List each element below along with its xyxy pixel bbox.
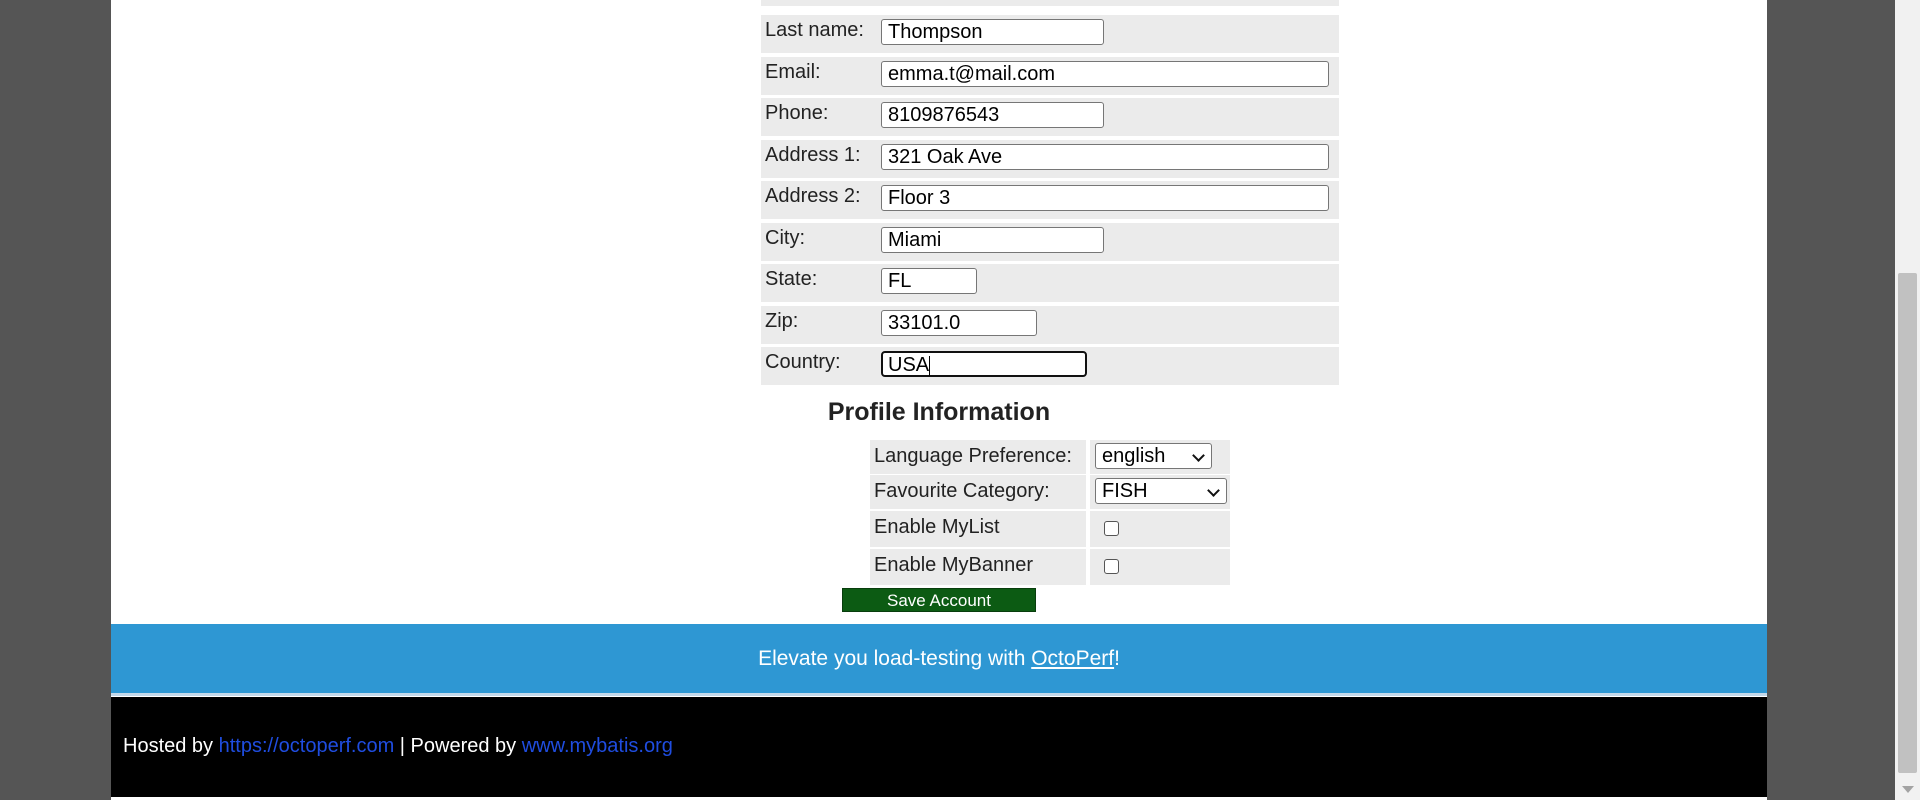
last-name-field[interactable]: Thompson xyxy=(881,19,1104,45)
country-label: Country: xyxy=(765,351,841,373)
zip-field[interactable]: 33101.0 xyxy=(881,310,1037,336)
last-name-label: Last name: xyxy=(765,19,864,41)
phone-field[interactable]: 8109876543 xyxy=(881,102,1104,128)
language-label: Language Preference: xyxy=(874,445,1072,467)
address1-field[interactable]: 321 Oak Ave xyxy=(881,144,1329,170)
text-cursor xyxy=(929,355,931,376)
page-scrollbar[interactable] xyxy=(1895,0,1920,800)
form-row-city: City: Miami xyxy=(761,223,1339,261)
form-row-country: Country: USA xyxy=(761,347,1339,385)
state-label: State: xyxy=(765,268,818,290)
save-account-button[interactable]: Save Account Information xyxy=(842,588,1036,634)
profile-row-mylist: Enable MyList xyxy=(870,511,1230,547)
country-value: USA xyxy=(888,354,930,376)
form-row-zip: Zip: 33101.0 xyxy=(761,306,1339,344)
form-row-state: State: FL xyxy=(761,264,1339,302)
city-label: City: xyxy=(765,227,805,249)
country-field[interactable]: USA xyxy=(881,351,1087,377)
profile-section-title: Profile Information xyxy=(827,398,1051,426)
form-row-address1: Address 1: 321 Oak Ave xyxy=(761,140,1339,178)
chevron-down-icon xyxy=(1207,484,1220,497)
state-field[interactable]: FL xyxy=(881,268,977,294)
promo-banner: Elevate you load-testing with OctoPerf! xyxy=(111,624,1767,696)
chevron-down-icon xyxy=(1192,449,1205,462)
mylist-checkbox[interactable] xyxy=(1104,521,1119,536)
category-select[interactable]: FISH xyxy=(1095,478,1227,504)
octoperf-url-link[interactable]: https://octoperf.com xyxy=(219,735,395,757)
mybanner-checkbox[interactable] xyxy=(1104,559,1119,574)
powered-by-text: | Powered by xyxy=(394,735,522,757)
scrollbar-thumb[interactable] xyxy=(1898,273,1917,773)
banner-text: Elevate you load-testing with xyxy=(758,647,1032,670)
hosted-by-text: Hosted by xyxy=(123,735,219,757)
language-select[interactable]: english xyxy=(1095,443,1212,469)
email-field[interactable]: emma.t@mail.com xyxy=(881,61,1329,87)
email-label: Email: xyxy=(765,61,821,83)
octoperf-link[interactable]: OctoPerf xyxy=(1031,647,1114,670)
mybatis-link[interactable]: www.mybatis.org xyxy=(522,735,673,757)
profile-row-category: Favourite Category: FISH xyxy=(870,475,1230,509)
banner-suffix: ! xyxy=(1114,647,1120,670)
phone-label: Phone: xyxy=(765,102,829,124)
scroll-down-icon[interactable] xyxy=(1902,786,1914,793)
footer: Hosted by https://octoperf.com | Powered… xyxy=(111,697,1767,797)
zip-label: Zip: xyxy=(765,310,799,332)
mylist-label: Enable MyList xyxy=(874,516,1000,538)
address1-label: Address 1: xyxy=(765,144,861,166)
form-row-email: Email: emma.t@mail.com xyxy=(761,57,1339,95)
form-row-last-name: Last name: Thompson xyxy=(761,15,1339,53)
mybanner-label: Enable MyBanner xyxy=(874,554,1033,576)
form-row-phone: Phone: 8109876543 xyxy=(761,98,1339,136)
address2-label: Address 2: xyxy=(765,185,861,207)
category-label: Favourite Category: xyxy=(874,480,1050,502)
form-row-first-name xyxy=(761,0,1339,6)
profile-row-mybanner: Enable MyBanner xyxy=(870,549,1230,585)
category-value: FISH xyxy=(1102,480,1148,502)
city-field[interactable]: Miami xyxy=(881,227,1104,253)
address2-field[interactable]: Floor 3 xyxy=(881,185,1329,211)
form-row-address2: Address 2: Floor 3 xyxy=(761,181,1339,219)
language-value: english xyxy=(1102,445,1166,467)
profile-row-language: Language Preference: english xyxy=(870,440,1230,474)
